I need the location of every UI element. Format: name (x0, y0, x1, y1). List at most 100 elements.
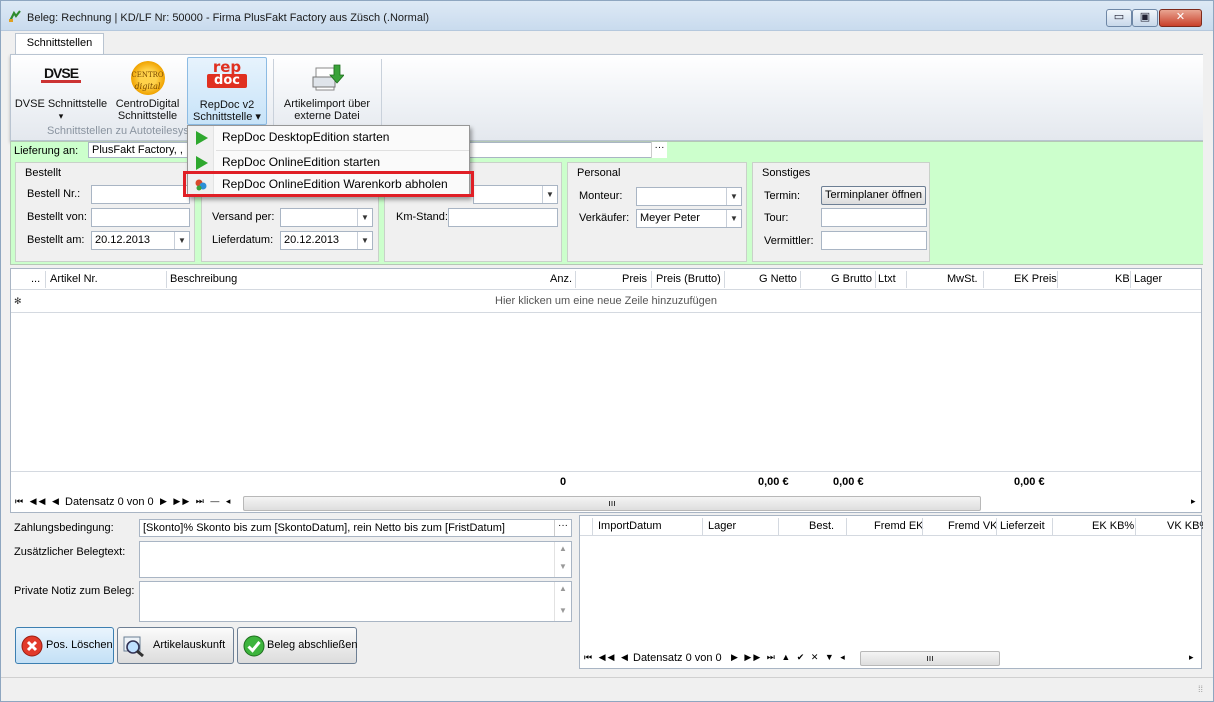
chevron-down-icon[interactable]: ▼ (542, 186, 557, 203)
column-header-anz[interactable]: Anz. (550, 273, 572, 285)
chevron-down-icon[interactable]: ▼ (357, 209, 372, 226)
total-g-brutto: 0,00 € (833, 476, 864, 488)
column-header-beschreibung[interactable]: Beschreibung (170, 273, 237, 285)
column-header-mwst[interactable]: MwSt. (947, 273, 978, 285)
dvse-interface-button[interactable]: DVSE DVSE Schnittstelle ▾ (14, 57, 108, 125)
resize-grip-icon[interactable]: ⁞⁞ (1198, 684, 1203, 694)
column-header-more[interactable]: ... (31, 273, 40, 285)
column-header-preis-brutto[interactable]: Preis (Brutto) (656, 273, 721, 285)
vertical-scrollbar[interactable]: ▲ ▼ (554, 542, 571, 577)
maximize-button[interactable]: ▣ (1132, 9, 1158, 27)
play-icon (196, 156, 208, 170)
column-header-g-brutto[interactable]: G Brutto (831, 273, 872, 285)
repdoc-v2-interface-button[interactable]: rep doc RepDoc v2 Schnittstelle ▾ (187, 57, 267, 125)
centrodigital-interface-button[interactable]: CENTRO digital CentroDigital Schnittstel… (111, 57, 184, 125)
navigator-edit-icons[interactable]: ▶ ▶▶ ⏭ ▲ ✔ ✕ ▼ ◂ (731, 652, 847, 663)
column-separator (592, 518, 593, 535)
column-header-preis[interactable]: Preis (622, 273, 647, 285)
column-header-fremd-vk[interactable]: Fremd VK (948, 520, 998, 532)
new-row-hint: Hier klicken um eine neue Zeile hinzuzuf… (495, 295, 717, 307)
grid-totals-row: 0 0,00 € 0,00 € 0,00 € (11, 471, 1201, 491)
lieferdatum-label: Lieferdatum: (212, 234, 274, 246)
finish-document-button[interactable]: Beleg abschließen (237, 627, 358, 664)
personal-title: Personal (577, 167, 621, 179)
column-separator (166, 271, 167, 288)
column-header-kb[interactable]: KB (1115, 273, 1130, 285)
sonstiges-group: Sonstiges Termin: Terminplaner öffnen To… (752, 162, 930, 262)
import-file-icon (312, 64, 344, 91)
lieferung-ellipsis-button[interactable]: ··· (651, 142, 667, 158)
bestell-nr-input[interactable] (91, 185, 190, 204)
article-import-label-1: Artikelimport über (283, 98, 371, 110)
km-stand-input[interactable] (448, 208, 558, 227)
fahrzeug-select[interactable]: ▼ (473, 185, 558, 204)
column-header-lager[interactable]: Lager (1134, 273, 1162, 285)
tab-schnittstellen[interactable]: Schnittstellen (15, 33, 104, 54)
close-button[interactable]: ✕ (1159, 9, 1202, 27)
column-header-ek-preis[interactable]: EK Preis (1014, 273, 1057, 285)
column-header-lieferzeit[interactable]: Lieferzeit (1000, 520, 1045, 532)
column-separator (651, 271, 652, 288)
vertical-scrollbar[interactable]: ▲ ▼ (554, 582, 571, 621)
centrodigital-logo-icon: CENTRO digital (130, 61, 165, 95)
monteur-select[interactable]: ▼ (636, 187, 742, 206)
column-header-artikel-nr[interactable]: Artikel Nr. (50, 273, 98, 285)
tour-label: Tour: (764, 212, 789, 224)
column-header-importdatum[interactable]: ImportDatum (598, 520, 662, 532)
chevron-down-icon[interactable]: ▼ (726, 188, 741, 205)
tour-input[interactable] (821, 208, 927, 227)
magnifier-icon (123, 636, 144, 658)
total-anz: 0 (560, 476, 567, 488)
zusatz-textarea[interactable]: ▲ ▼ (139, 541, 572, 578)
personal-group: Personal Monteur: ▼ Verkäufer: Meyer Pet… (567, 162, 747, 262)
navigator-first-prev-icons[interactable]: ⏮ ◀◀ ◀ (15, 496, 61, 507)
import-grid[interactable]: ImportDatum Lager Best. Fremd EK Fremd V… (579, 515, 1209, 669)
new-row[interactable]: ✻ Hier klicken um eine neue Zeile hinzuz… (11, 291, 1201, 313)
termin-label: Termin: (764, 190, 801, 202)
chevron-down-icon[interactable]: ▼ (726, 210, 741, 227)
navigator-first-prev-icons[interactable]: ⏮ ◀◀ ◀ (584, 652, 630, 663)
lieferdatum-datepicker[interactable]: 20.12.2013 ▼ (280, 231, 373, 250)
title-bar[interactable]: Beleg: Rechnung | KD/LF Nr: 50000 - Firm… (1, 1, 1213, 31)
repdoc-logo-icon: rep doc (207, 60, 247, 94)
grid-header: ... Artikel Nr. Beschreibung Anz. Preis … (11, 269, 1201, 290)
vermittler-input[interactable] (821, 231, 927, 250)
repdoc-button-label-2: Schnittstelle ▾ (193, 111, 261, 123)
versand-select[interactable]: ▼ (280, 208, 373, 227)
notiz-textarea[interactable]: ▲ ▼ (139, 581, 572, 622)
article-info-button[interactable]: Artikelauskunft (117, 627, 234, 664)
column-separator (846, 518, 847, 535)
column-separator (778, 518, 779, 535)
column-separator (983, 271, 984, 288)
bestellt-am-datepicker[interactable]: 20.12.2013 ▼ (91, 231, 190, 250)
column-separator (1057, 271, 1058, 288)
menu-item-desktop-edition[interactable]: RepDoc DesktopEdition starten (188, 126, 469, 149)
verkaeufer-label: Verkäufer: (579, 212, 630, 224)
column-separator (996, 518, 997, 535)
navigator-next-last-icons[interactable]: ▶ ▶▶ ⏭ — ◂ (160, 496, 232, 507)
delete-position-button[interactable]: Pos. Löschen (15, 627, 114, 664)
scroll-right-icon[interactable]: ▸ (1191, 496, 1196, 507)
zahlung-ellipsis-button[interactable]: ··· (554, 520, 571, 536)
chevron-down-icon[interactable]: ▼ (357, 232, 372, 249)
article-import-button[interactable]: Artikelimport über externe Datei (279, 57, 375, 125)
minimize-button[interactable]: ▭ (1106, 9, 1132, 27)
scroll-right-icon[interactable]: ▸ (1189, 652, 1194, 663)
repdoc-button-label-1: RepDoc v2 (199, 99, 255, 111)
zahlung-input[interactable]: [Skonto]% Skonto bis zum [SkontoDatum], … (139, 519, 572, 537)
verkaeufer-select[interactable]: Meyer Peter ▼ (636, 209, 742, 228)
column-header-lager-right[interactable]: Lager (708, 520, 736, 532)
column-header-fremd-ek[interactable]: Fremd EK (874, 520, 924, 532)
column-header-ek-kb[interactable]: EK KB% (1092, 520, 1134, 532)
horizontal-scrollbar-thumb[interactable]: ııı (860, 651, 1000, 666)
horizontal-scrollbar-thumb[interactable]: ııı (243, 496, 981, 511)
column-header-g-netto[interactable]: G Netto (759, 273, 797, 285)
status-bar: ⁞⁞ (1, 677, 1213, 701)
column-header-best[interactable]: Best. (809, 520, 834, 532)
zusatz-label: Zusätzlicher Belegtext: (14, 546, 126, 558)
column-header-ltxt[interactable]: Ltxt (878, 273, 896, 285)
chevron-down-icon[interactable]: ▼ (174, 232, 189, 249)
bestellt-von-input[interactable] (91, 208, 190, 227)
positions-grid[interactable]: ... Artikel Nr. Beschreibung Anz. Preis … (10, 268, 1202, 513)
terminplaner-button[interactable]: Terminplaner öffnen (821, 186, 926, 205)
